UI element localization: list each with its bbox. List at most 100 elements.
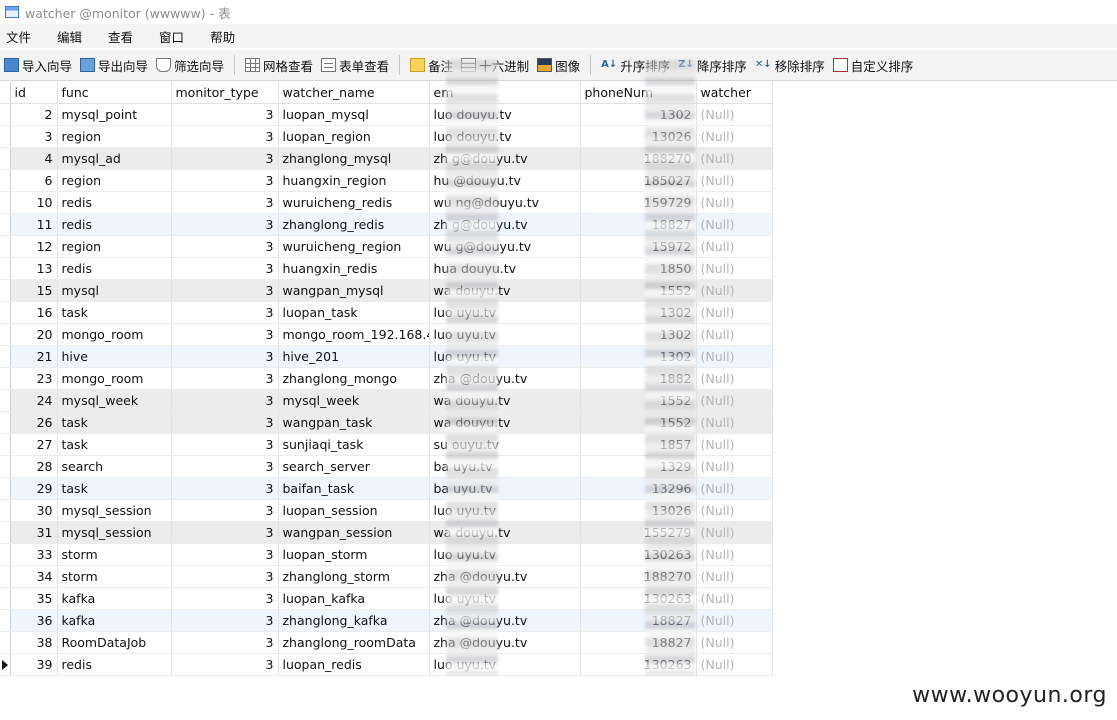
row-indicator[interactable] [0,631,11,654]
cell-watcher[interactable]: (Null) [696,125,773,148]
row-indicator[interactable] [0,323,11,346]
cell-monitor-type[interactable]: 3 [171,103,279,126]
cell-watcher-name[interactable]: wangpan_session [278,521,430,544]
cell-id[interactable]: 35 [10,587,58,610]
cell-watcher-name[interactable]: hive_201 [278,345,430,368]
row-indicator[interactable] [0,499,11,522]
cell-func[interactable]: redis [57,257,172,280]
cell-id[interactable]: 28 [10,455,58,478]
image-button[interactable]: 图像 [537,56,580,75]
row-indicator[interactable] [0,411,11,434]
cell-monitor-type[interactable]: 3 [171,433,279,456]
cell-id[interactable]: 23 [10,367,58,390]
cell-monitor-type[interactable]: 3 [171,169,279,192]
cell-watcher-name[interactable]: mysql_week [278,389,430,412]
cell-watcher[interactable]: (Null) [696,191,773,214]
cell-watcher-name[interactable]: zhanglong_kafka [278,609,430,632]
cell-watcher-name[interactable]: zhanglong_roomData [278,631,430,654]
cell-monitor-type[interactable]: 3 [171,367,279,390]
cell-id[interactable]: 29 [10,477,58,500]
cell-watcher[interactable]: (Null) [696,279,773,302]
cell-watcher-name[interactable]: zhanglong_redis [278,213,430,236]
cell-monitor-type[interactable]: 3 [171,609,279,632]
cell-id[interactable]: 15 [10,279,58,302]
cell-watcher[interactable]: (Null) [696,169,773,192]
row-indicator[interactable] [0,103,11,126]
cell-id[interactable]: 2 [10,103,58,126]
cell-id[interactable]: 3 [10,125,58,148]
cell-watcher-name[interactable]: zhanglong_mysql [278,147,430,170]
cell-watcher-name[interactable]: sunjiaqi_task [278,433,430,456]
column-header-watcher[interactable]: watcher [696,82,773,104]
row-indicator[interactable] [0,521,11,544]
cell-func[interactable]: task [57,477,172,500]
cell-watcher-name[interactable]: wuruicheng_region [278,235,430,258]
row-indicator[interactable] [0,279,11,302]
cell-monitor-type[interactable]: 3 [171,191,279,214]
cell-watcher[interactable]: (Null) [696,367,773,390]
cell-monitor-type[interactable]: 3 [171,323,279,346]
cell-id[interactable]: 27 [10,433,58,456]
cell-monitor-type[interactable]: 3 [171,257,279,280]
cell-monitor-type[interactable]: 3 [171,521,279,544]
cell-monitor-type[interactable]: 3 [171,653,279,676]
row-indicator[interactable] [0,367,11,390]
row-indicator[interactable] [0,301,11,324]
cell-watcher[interactable]: (Null) [696,433,773,456]
row-indicator[interactable] [0,257,11,280]
custom-sort-button[interactable]: 自定义排序 [832,56,913,75]
cell-watcher-name[interactable]: luopan_region [278,125,430,148]
cell-watcher-name[interactable]: luopan_task [278,301,430,324]
cell-watcher[interactable]: (Null) [696,521,773,544]
cell-watcher[interactable]: (Null) [696,609,773,632]
cell-monitor-type[interactable]: 3 [171,279,279,302]
column-header-func[interactable]: func [57,82,172,104]
cell-watcher-name[interactable]: huangxin_redis [278,257,430,280]
cell-watcher[interactable]: (Null) [696,345,773,368]
cell-watcher[interactable]: (Null) [696,411,773,434]
cell-watcher-name[interactable]: baifan_task [278,477,430,500]
cell-id[interactable]: 24 [10,389,58,412]
cell-func[interactable]: mysql_ad [57,147,172,170]
cell-id[interactable]: 26 [10,411,58,434]
cell-func[interactable]: storm [57,565,172,588]
row-indicator[interactable] [0,345,11,368]
cell-watcher[interactable]: (Null) [696,213,773,236]
menu-edit[interactable]: 编辑 [57,27,82,46]
column-header-watcher-name[interactable]: watcher_name [278,82,430,104]
cell-monitor-type[interactable]: 3 [171,565,279,588]
cell-func[interactable]: region [57,169,172,192]
cell-monitor-type[interactable]: 3 [171,301,279,324]
cell-watcher-name[interactable]: wangpan_mysql [278,279,430,302]
cell-func[interactable]: mysql_session [57,499,172,522]
cell-id[interactable]: 10 [10,191,58,214]
cell-id[interactable]: 20 [10,323,58,346]
export-wizard-button[interactable]: 导出向导 [80,56,148,75]
cell-func[interactable]: storm [57,543,172,566]
cell-monitor-type[interactable]: 3 [171,345,279,368]
row-indicator[interactable] [0,433,11,456]
cell-id[interactable]: 31 [10,521,58,544]
cell-monitor-type[interactable]: 3 [171,499,279,522]
row-indicator[interactable] [0,235,11,258]
cell-watcher[interactable]: (Null) [696,455,773,478]
row-indicator[interactable] [0,125,11,148]
cell-id[interactable]: 11 [10,213,58,236]
menu-help[interactable]: 帮助 [210,27,235,46]
cell-func[interactable]: kafka [57,587,172,610]
cell-id[interactable]: 12 [10,235,58,258]
filter-wizard-button[interactable]: 筛选向导 [156,56,224,75]
row-indicator[interactable] [0,455,11,478]
row-indicator[interactable] [0,565,11,588]
cell-func[interactable]: mongo_room [57,323,172,346]
form-view-button[interactable]: 表单查看 [321,56,389,75]
cell-func[interactable]: region [57,125,172,148]
cell-func[interactable]: mysql_week [57,389,172,412]
cell-watcher[interactable]: (Null) [696,235,773,258]
cell-watcher-name[interactable]: huangxin_region [278,169,430,192]
row-indicator[interactable] [0,213,11,236]
cell-id[interactable]: 34 [10,565,58,588]
cell-watcher-name[interactable]: zhanglong_mongo [278,367,430,390]
cell-monitor-type[interactable]: 3 [171,411,279,434]
column-header-id[interactable]: id [10,82,58,104]
